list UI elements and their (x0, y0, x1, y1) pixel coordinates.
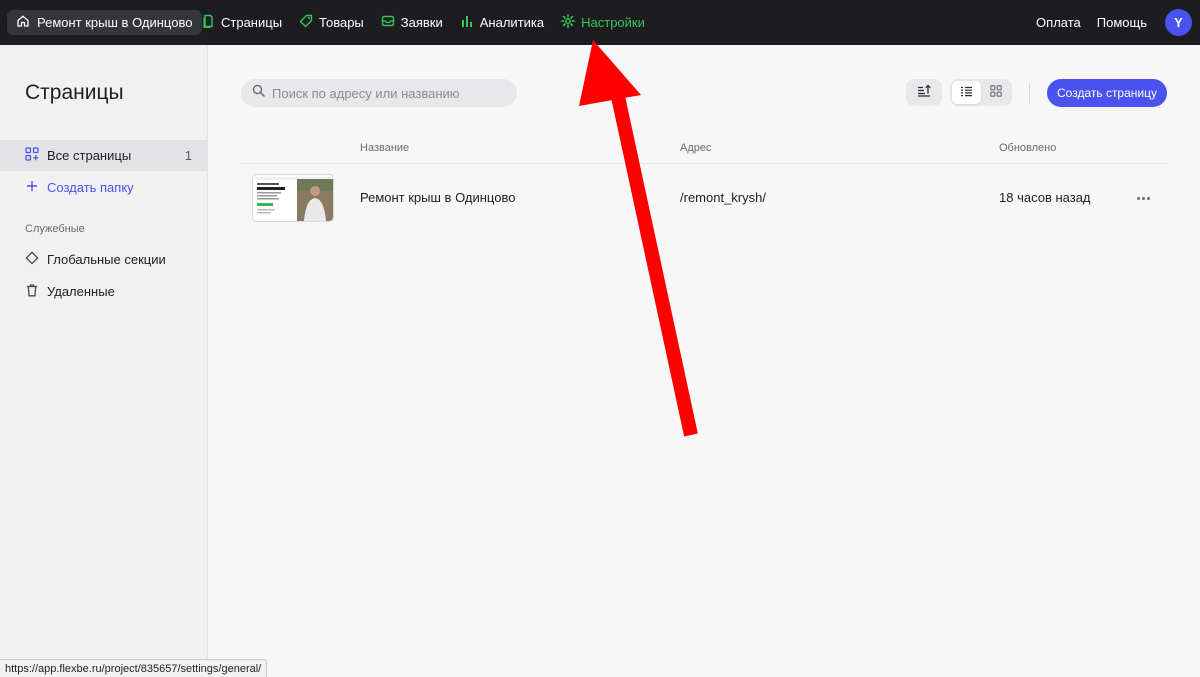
payment-link[interactable]: Оплата (1036, 15, 1081, 30)
sidebar-item-all-pages[interactable]: Все страницы 1 (0, 140, 208, 171)
sidebar-item-global-sections[interactable]: Глобальные секции (0, 244, 208, 275)
page-thumbnail[interactable] (252, 174, 334, 222)
nav-requests[interactable]: Заявки (381, 14, 443, 31)
grid-view-button[interactable] (981, 81, 1010, 104)
sidebar-item-label: Все страницы (47, 148, 132, 163)
sidebar-item-label: Глобальные секции (47, 252, 166, 267)
grid-icon (989, 84, 1002, 102)
search-icon (252, 84, 265, 102)
grid-plus-icon (25, 147, 39, 164)
page-address: /remont_krysh/ (680, 190, 766, 205)
pages-count: 1 (184, 148, 192, 163)
top-right-actions: Оплата Помощь Y (1036, 0, 1192, 45)
create-page-button[interactable]: Создать страницу (1047, 79, 1167, 107)
list-icon (960, 84, 973, 102)
main-nav: Страницы Товары Заявки Аналитика Настрой… (201, 0, 645, 45)
sidebar-item-label: Удаленные (47, 284, 115, 299)
project-name: Ремонт крыш в Одинцово (37, 15, 193, 30)
nav-analytics[interactable]: Аналитика (460, 14, 544, 31)
search-field[interactable] (241, 79, 517, 107)
nav-pages-label: Страницы (221, 15, 283, 30)
column-header-name[interactable]: Название (360, 142, 409, 154)
list-view-button[interactable] (952, 81, 981, 104)
sort-button[interactable] (906, 79, 942, 106)
trash-icon (25, 283, 39, 300)
bar-chart-icon (460, 14, 474, 31)
toolbar-divider (1029, 83, 1030, 103)
gear-icon (561, 14, 576, 31)
sort-icon (917, 84, 931, 102)
nav-pages[interactable]: Страницы (201, 14, 282, 31)
nav-products-label: Товары (319, 15, 364, 30)
sidebar-title: Страницы (25, 81, 124, 104)
home-icon (16, 14, 30, 31)
avatar[interactable]: Y (1165, 9, 1192, 36)
status-bar-url: https://app.flexbe.ru/project/835657/set… (0, 659, 268, 677)
inbox-icon (381, 14, 395, 31)
help-link[interactable]: Помощь (1097, 15, 1147, 30)
sidebar-item-deleted[interactable]: Удаленные (0, 276, 208, 307)
column-header-address[interactable]: Адрес (680, 142, 712, 154)
diamond-icon (25, 251, 39, 268)
create-folder-label: Создать папку (47, 180, 134, 195)
table-header-divider (241, 163, 1167, 164)
plus-icon (25, 179, 39, 196)
service-section-label: Служебные (25, 223, 85, 235)
top-bar: Ремонт крыш в Одинцово Страницы Товары З… (0, 0, 1200, 45)
page-name[interactable]: Ремонт крыш в Одинцово (360, 190, 515, 205)
sidebar: Страницы Все страницы 1 Создать папку Сл… (0, 45, 208, 677)
search-input[interactable] (272, 85, 502, 101)
nav-analytics-label: Аналитика (479, 15, 545, 30)
page-updated: 18 часов назад (999, 190, 1091, 205)
nav-products[interactable]: Товары (299, 14, 364, 31)
tag-icon (299, 14, 313, 31)
nav-requests-label: Заявки (400, 15, 443, 30)
view-toggle (950, 79, 1012, 106)
column-header-updated[interactable]: Обновлено (999, 142, 1056, 154)
more-options-icon[interactable] (1134, 189, 1152, 207)
nav-settings-label: Настройки (581, 15, 645, 30)
project-switcher-button[interactable]: Ремонт крыш в Одинцово (7, 10, 203, 35)
page-icon (201, 14, 215, 31)
create-folder-button[interactable]: Создать папку (0, 172, 208, 203)
nav-settings[interactable]: Настройки (561, 14, 645, 31)
